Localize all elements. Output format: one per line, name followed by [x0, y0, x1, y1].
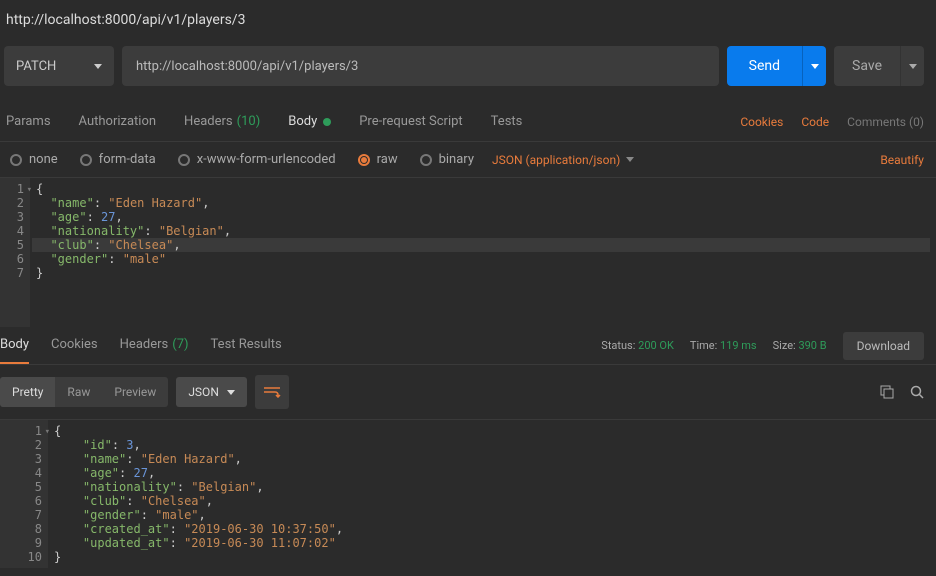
chevron-down-icon [909, 64, 917, 69]
tab-headers-label: Headers [184, 114, 233, 129]
radio-label: raw [377, 152, 398, 167]
gutter: 1▾ 2 3 4 5 6 7 8 9 10 [0, 420, 48, 568]
radio-formdata[interactable]: form-data [80, 152, 156, 167]
resp-tab-headers-count: (7) [172, 337, 188, 352]
body-type-row: none form-data x-www-form-urlencoded raw… [0, 142, 936, 177]
content-type-label: JSON (application/json) [492, 153, 620, 167]
url-display: http://localhost:8000/api/v1/players/3 [0, 0, 936, 46]
status-value: 200 OK [638, 339, 674, 352]
radio-label: binary [439, 152, 474, 167]
radio-icon [178, 154, 190, 166]
fold-icon: ▾ [27, 183, 32, 197]
save-button[interactable]: Save [834, 46, 900, 86]
wrap-button[interactable] [255, 375, 289, 409]
save-button-group: Save [834, 46, 924, 86]
search-icon [910, 385, 924, 399]
code-link[interactable]: Code [801, 115, 829, 129]
time-value: 119 ms [720, 339, 757, 352]
code-content: { "id": 3, "name": "Eden Hazard", "age":… [48, 420, 936, 568]
save-dropdown[interactable] [900, 46, 924, 86]
send-button-group: Send [727, 46, 826, 86]
format-label: JSON [188, 385, 219, 399]
chevron-down-icon [811, 64, 819, 69]
tab-headers[interactable]: Headers (10) [184, 102, 260, 141]
size-label: Size: [773, 339, 796, 352]
resp-tab-cookies[interactable]: Cookies [51, 327, 98, 364]
modified-dot-icon [323, 118, 331, 126]
radio-icon [358, 154, 370, 166]
send-dropdown[interactable] [802, 46, 826, 86]
view-preview[interactable]: Preview [102, 377, 168, 407]
gutter: 1▾ 2 3 4 5 6 7 [0, 178, 30, 327]
tab-body-label: Body [288, 114, 317, 129]
url-input[interactable]: http://localhost:8000/api/v1/players/3 [122, 46, 719, 86]
radio-icon [80, 154, 92, 166]
resp-tab-headers-label: Headers [120, 337, 169, 352]
resp-tab-body[interactable]: Body [0, 327, 29, 364]
download-button[interactable]: Download [843, 332, 924, 360]
view-raw[interactable]: Raw [55, 377, 102, 407]
response-header: Body Cookies Headers (7) Test Results St… [0, 327, 936, 365]
status-label: Status: [601, 339, 635, 352]
tab-authorization[interactable]: Authorization [79, 102, 157, 141]
send-button[interactable]: Send [727, 46, 802, 86]
comments-link[interactable]: Comments (0) [847, 115, 924, 129]
radio-icon [420, 154, 432, 166]
chevron-down-icon [94, 64, 102, 69]
beautify-link[interactable]: Beautify [880, 153, 924, 167]
view-pretty[interactable]: Pretty [0, 377, 55, 407]
radio-label: x-www-form-urlencoded [197, 152, 336, 167]
view-mode-group: Pretty Raw Preview [0, 377, 168, 407]
search-button[interactable] [910, 385, 924, 399]
size-value: 390 B [798, 339, 826, 352]
radio-binary[interactable]: binary [420, 152, 474, 167]
copy-icon [880, 385, 894, 399]
tab-params[interactable]: Params [6, 102, 51, 141]
url-value: http://localhost:8000/api/v1/players/3 [136, 59, 358, 74]
content-type-select[interactable]: JSON (application/json) [492, 153, 634, 167]
tab-body[interactable]: Body [288, 102, 331, 141]
method-select[interactable]: PATCH [4, 46, 114, 86]
fold-icon: ▾ [45, 425, 50, 439]
wrap-icon [263, 386, 281, 398]
method-value: PATCH [16, 59, 56, 74]
radio-none[interactable]: none [10, 152, 58, 167]
resp-tab-tests[interactable]: Test Results [211, 327, 282, 364]
radio-label: form-data [99, 152, 156, 167]
tab-prerequest[interactable]: Pre-request Script [359, 102, 462, 141]
cookies-link[interactable]: Cookies [740, 115, 783, 129]
time-label: Time: [690, 339, 717, 352]
resp-tab-headers[interactable]: Headers (7) [120, 327, 189, 364]
tab-headers-count: (10) [237, 114, 261, 129]
chevron-down-icon [626, 157, 634, 162]
copy-button[interactable] [880, 385, 894, 399]
response-body-editor[interactable]: 1▾ 2 3 4 5 6 7 8 9 10 { "id": 3, "name":… [0, 419, 936, 568]
response-toolbar: Pretty Raw Preview JSON [0, 365, 936, 419]
request-tabs: Params Authorization Headers (10) Body P… [0, 102, 936, 142]
format-select[interactable]: JSON [176, 377, 247, 407]
radio-icon [10, 154, 22, 166]
request-bar: PATCH http://localhost:8000/api/v1/playe… [0, 46, 936, 102]
tab-tests[interactable]: Tests [491, 102, 523, 141]
chevron-down-icon [227, 390, 235, 395]
radio-label: none [29, 152, 58, 167]
request-body-editor[interactable]: 1▾ 2 3 4 5 6 7 { "name": "Eden Hazard", … [0, 177, 936, 327]
radio-raw[interactable]: raw [358, 152, 398, 167]
code-content: { "name": "Eden Hazard", "age": 27, "nat… [30, 178, 936, 327]
response-meta: Status: 200 OK Time: 119 ms Size: 390 B … [601, 332, 924, 360]
radio-xwww[interactable]: x-www-form-urlencoded [178, 152, 336, 167]
